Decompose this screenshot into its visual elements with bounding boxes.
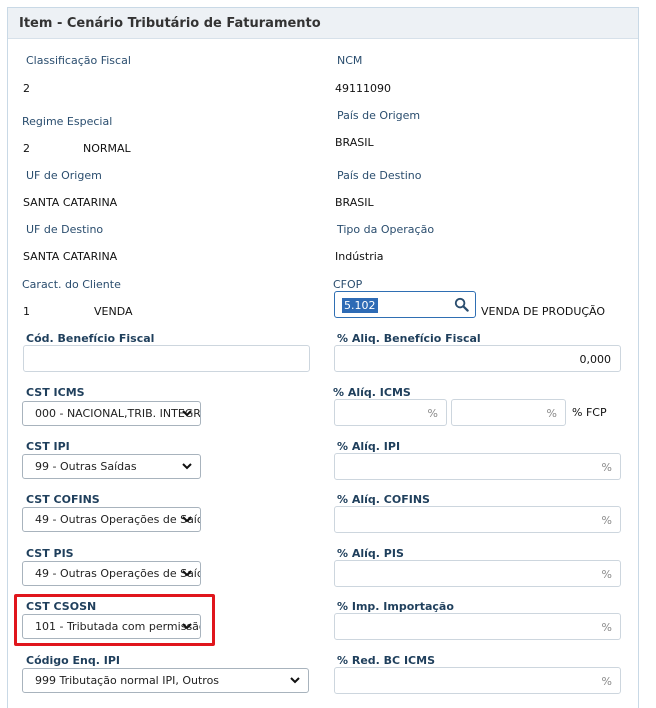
aliq-icms-label: % Alíq. ICMS (333, 386, 411, 399)
pais-destino-value: BRASIL (335, 196, 374, 209)
cfop-label: CFOP (333, 278, 363, 291)
caract-cliente-label: Caract. do Cliente (22, 278, 121, 291)
aliq-ipi-label: % Alíq. IPI (337, 440, 401, 453)
red-bc-icms-suffix: % (601, 675, 612, 688)
chevron-down-icon (182, 410, 192, 417)
aliq-beneficio-input[interactable]: 0,000 (334, 345, 621, 372)
red-bc-icms-label: % Red. BC ICMS (337, 654, 435, 667)
ncm-value: 49111090 (335, 82, 391, 95)
panel-title: Item - Cenário Tributário de Faturamento (19, 16, 321, 31)
tipo-operacao-label: Tipo da Operação (337, 223, 435, 236)
regime-especial-label: Regime Especial (22, 115, 113, 128)
regime-especial-code: 2 (23, 142, 30, 155)
cfop-input[interactable]: 5.102 (334, 291, 476, 318)
pais-origem-value: BRASIL (335, 136, 374, 149)
chevron-down-icon (182, 516, 192, 523)
chevron-down-icon (182, 570, 192, 577)
caract-cliente-code: 1 (23, 305, 30, 318)
cst-pis-selected: 49 - Outras Operações de Saída (35, 567, 201, 580)
classificacao-fiscal-value: 2 (23, 82, 30, 95)
codigo-enq-ipi-select[interactable]: 999 Tributação normal IPI, Outros (22, 668, 309, 693)
aliq-fcp-suffix: % (546, 407, 557, 420)
uf-destino-value: SANTA CATARINA (23, 250, 118, 263)
pais-origem-label: País de Origem (337, 109, 421, 122)
tipo-operacao-value: Indústria (335, 250, 384, 263)
cst-ipi-select[interactable]: 99 - Outras Saídas (22, 454, 201, 479)
uf-destino-label: UF de Destino (26, 223, 104, 236)
uf-origem-label: UF de Origem (26, 169, 102, 182)
uf-origem-value: SANTA CATARINA (23, 196, 118, 209)
codigo-enq-ipi-selected: 999 Tributação normal IPI, Outros (35, 674, 220, 687)
cst-cofins-selected: 49 - Outras Operações de Saída (35, 513, 201, 526)
cfop-value: 5.102 (342, 298, 378, 313)
cod-beneficio-label: Cód. Benefício Fiscal (26, 332, 155, 345)
aliq-cofins-input[interactable]: % (334, 506, 621, 533)
cst-pis-label: CST PIS (26, 547, 74, 560)
csosn-highlight-box (14, 594, 215, 646)
search-icon[interactable] (454, 297, 469, 312)
aliq-pis-input[interactable]: % (334, 560, 621, 587)
chevron-down-icon (290, 677, 300, 684)
aliq-beneficio-label: % Aliq. Benefício Fiscal (337, 332, 481, 345)
pais-destino-label: País de Destino (337, 169, 422, 182)
aliq-icms-suffix: % (427, 407, 438, 420)
aliq-ipi-suffix: % (601, 461, 612, 474)
caract-cliente-value: VENDA (94, 305, 133, 318)
cst-ipi-selected: 99 - Outras Saídas (35, 460, 137, 473)
aliq-fcp-input[interactable]: % (451, 399, 566, 426)
ncm-label: NCM (337, 54, 363, 67)
regime-especial-value: NORMAL (83, 142, 131, 155)
cfop-description: VENDA DE PRODUÇÃO (481, 305, 606, 318)
chevron-down-icon (182, 463, 192, 470)
aliq-icms-input[interactable]: % (334, 399, 447, 426)
cst-icms-label: CST ICMS (26, 386, 85, 399)
panel-header: Item - Cenário Tributário de Faturamento (8, 8, 638, 39)
cst-ipi-label: CST IPI (26, 440, 70, 453)
aliq-pis-suffix: % (601, 568, 612, 581)
imp-importacao-suffix: % (601, 621, 612, 634)
cst-cofins-label: CST COFINS (26, 493, 100, 506)
imp-importacao-label: % Imp. Importação (337, 600, 454, 613)
aliq-pis-label: % Alíq. PIS (337, 547, 404, 560)
cst-icms-selected: 000 - NACIONAL,TRIB. INTEGRALMENTE (35, 407, 201, 420)
cst-cofins-select[interactable]: 49 - Outras Operações de Saída (22, 507, 201, 532)
imp-importacao-input[interactable]: % (334, 613, 621, 640)
classificacao-fiscal-label: Classificação Fiscal (26, 54, 131, 67)
aliq-ipi-input[interactable]: % (334, 453, 621, 480)
aliq-cofins-label: % Alíq. COFINS (337, 493, 430, 506)
fcp-label: % FCP (572, 406, 607, 419)
red-bc-icms-input[interactable]: % (334, 667, 621, 694)
cst-pis-select[interactable]: 49 - Outras Operações de Saída (22, 561, 201, 586)
codigo-enq-ipi-label: Código Enq. IPI (26, 654, 121, 667)
aliq-beneficio-value: 0,000 (579, 353, 612, 366)
cst-icms-select[interactable]: 000 - NACIONAL,TRIB. INTEGRALMENTE (22, 401, 201, 426)
cod-beneficio-input[interactable] (23, 345, 310, 372)
aliq-cofins-suffix: % (601, 514, 612, 527)
